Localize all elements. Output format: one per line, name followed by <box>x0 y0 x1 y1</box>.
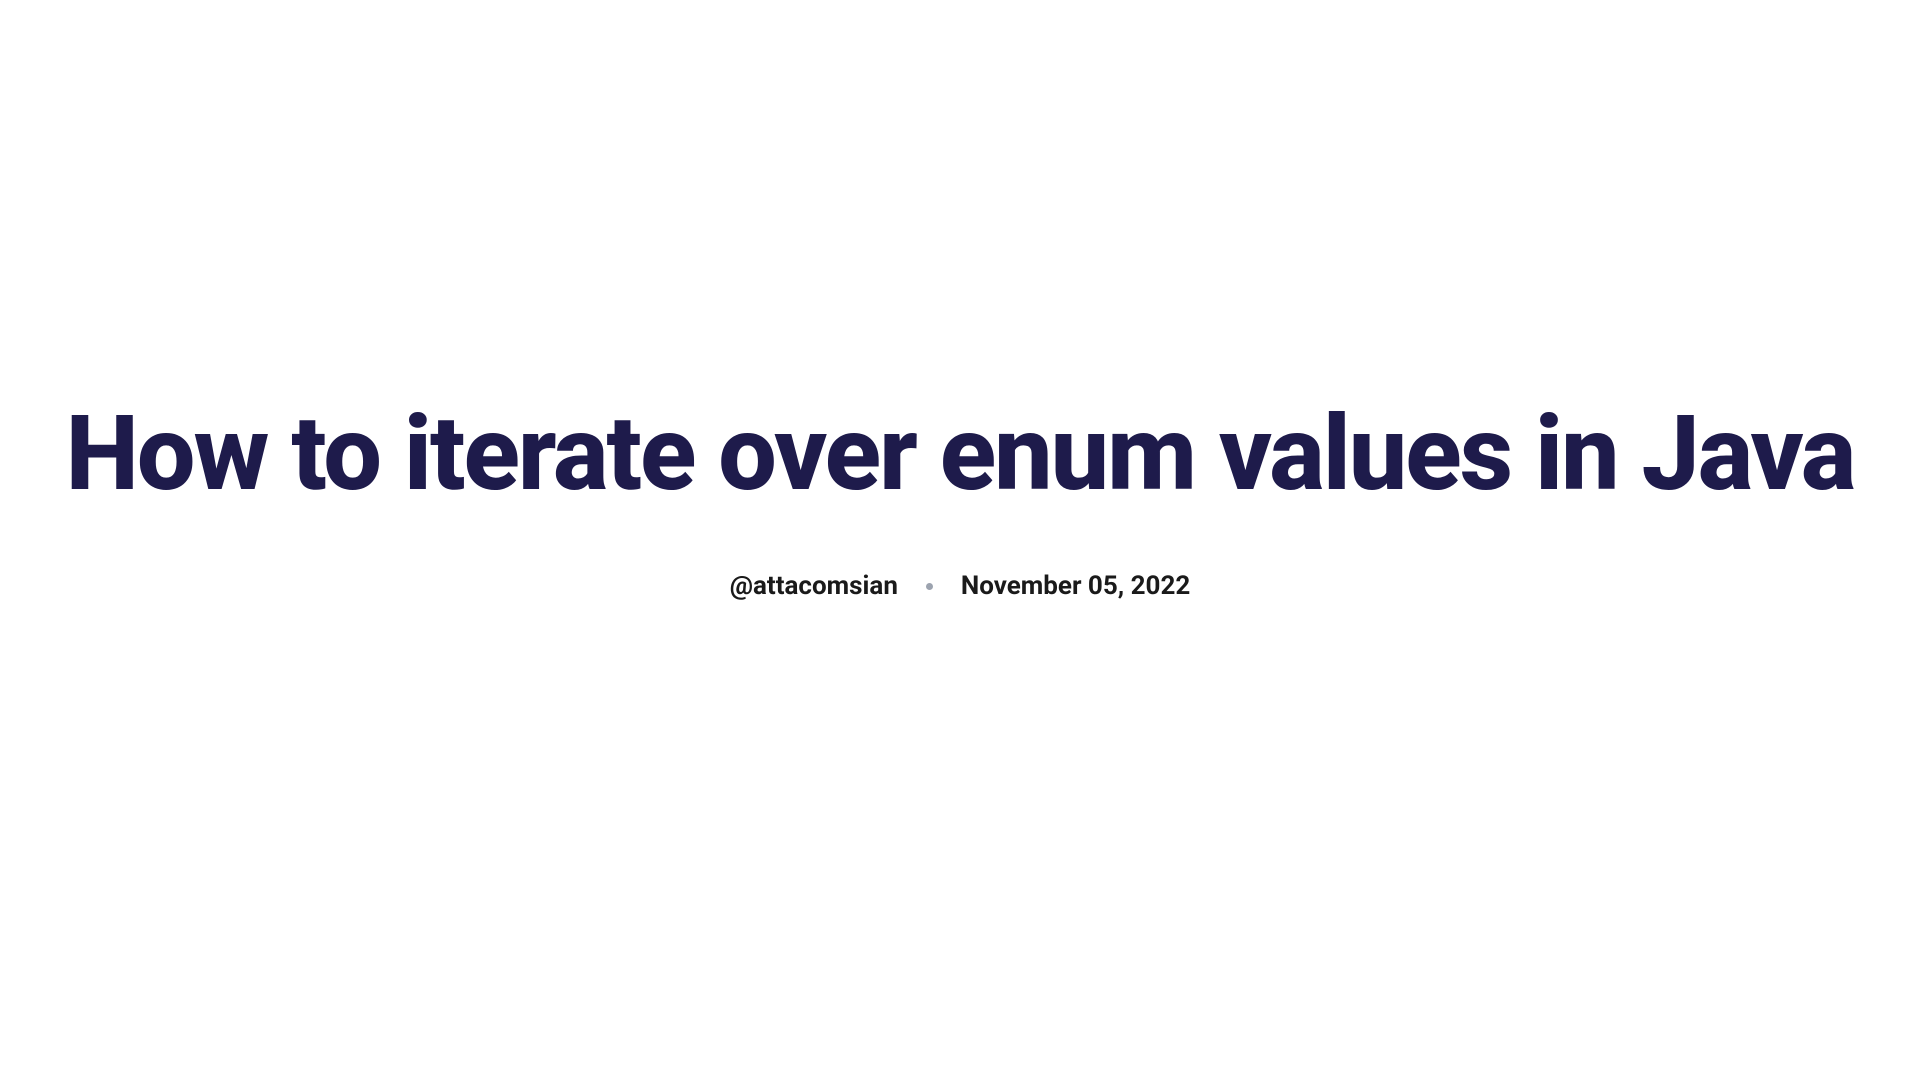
dot-separator-icon <box>926 583 933 590</box>
article-meta: @attacomsian November 05, 2022 <box>730 571 1191 601</box>
article-title: How to iterate over enum values in Java <box>66 399 1855 511</box>
author-handle: @attacomsian <box>730 571 898 601</box>
publish-date: November 05, 2022 <box>961 571 1190 601</box>
article-header: How to iterate over enum values in Java … <box>66 399 1855 601</box>
